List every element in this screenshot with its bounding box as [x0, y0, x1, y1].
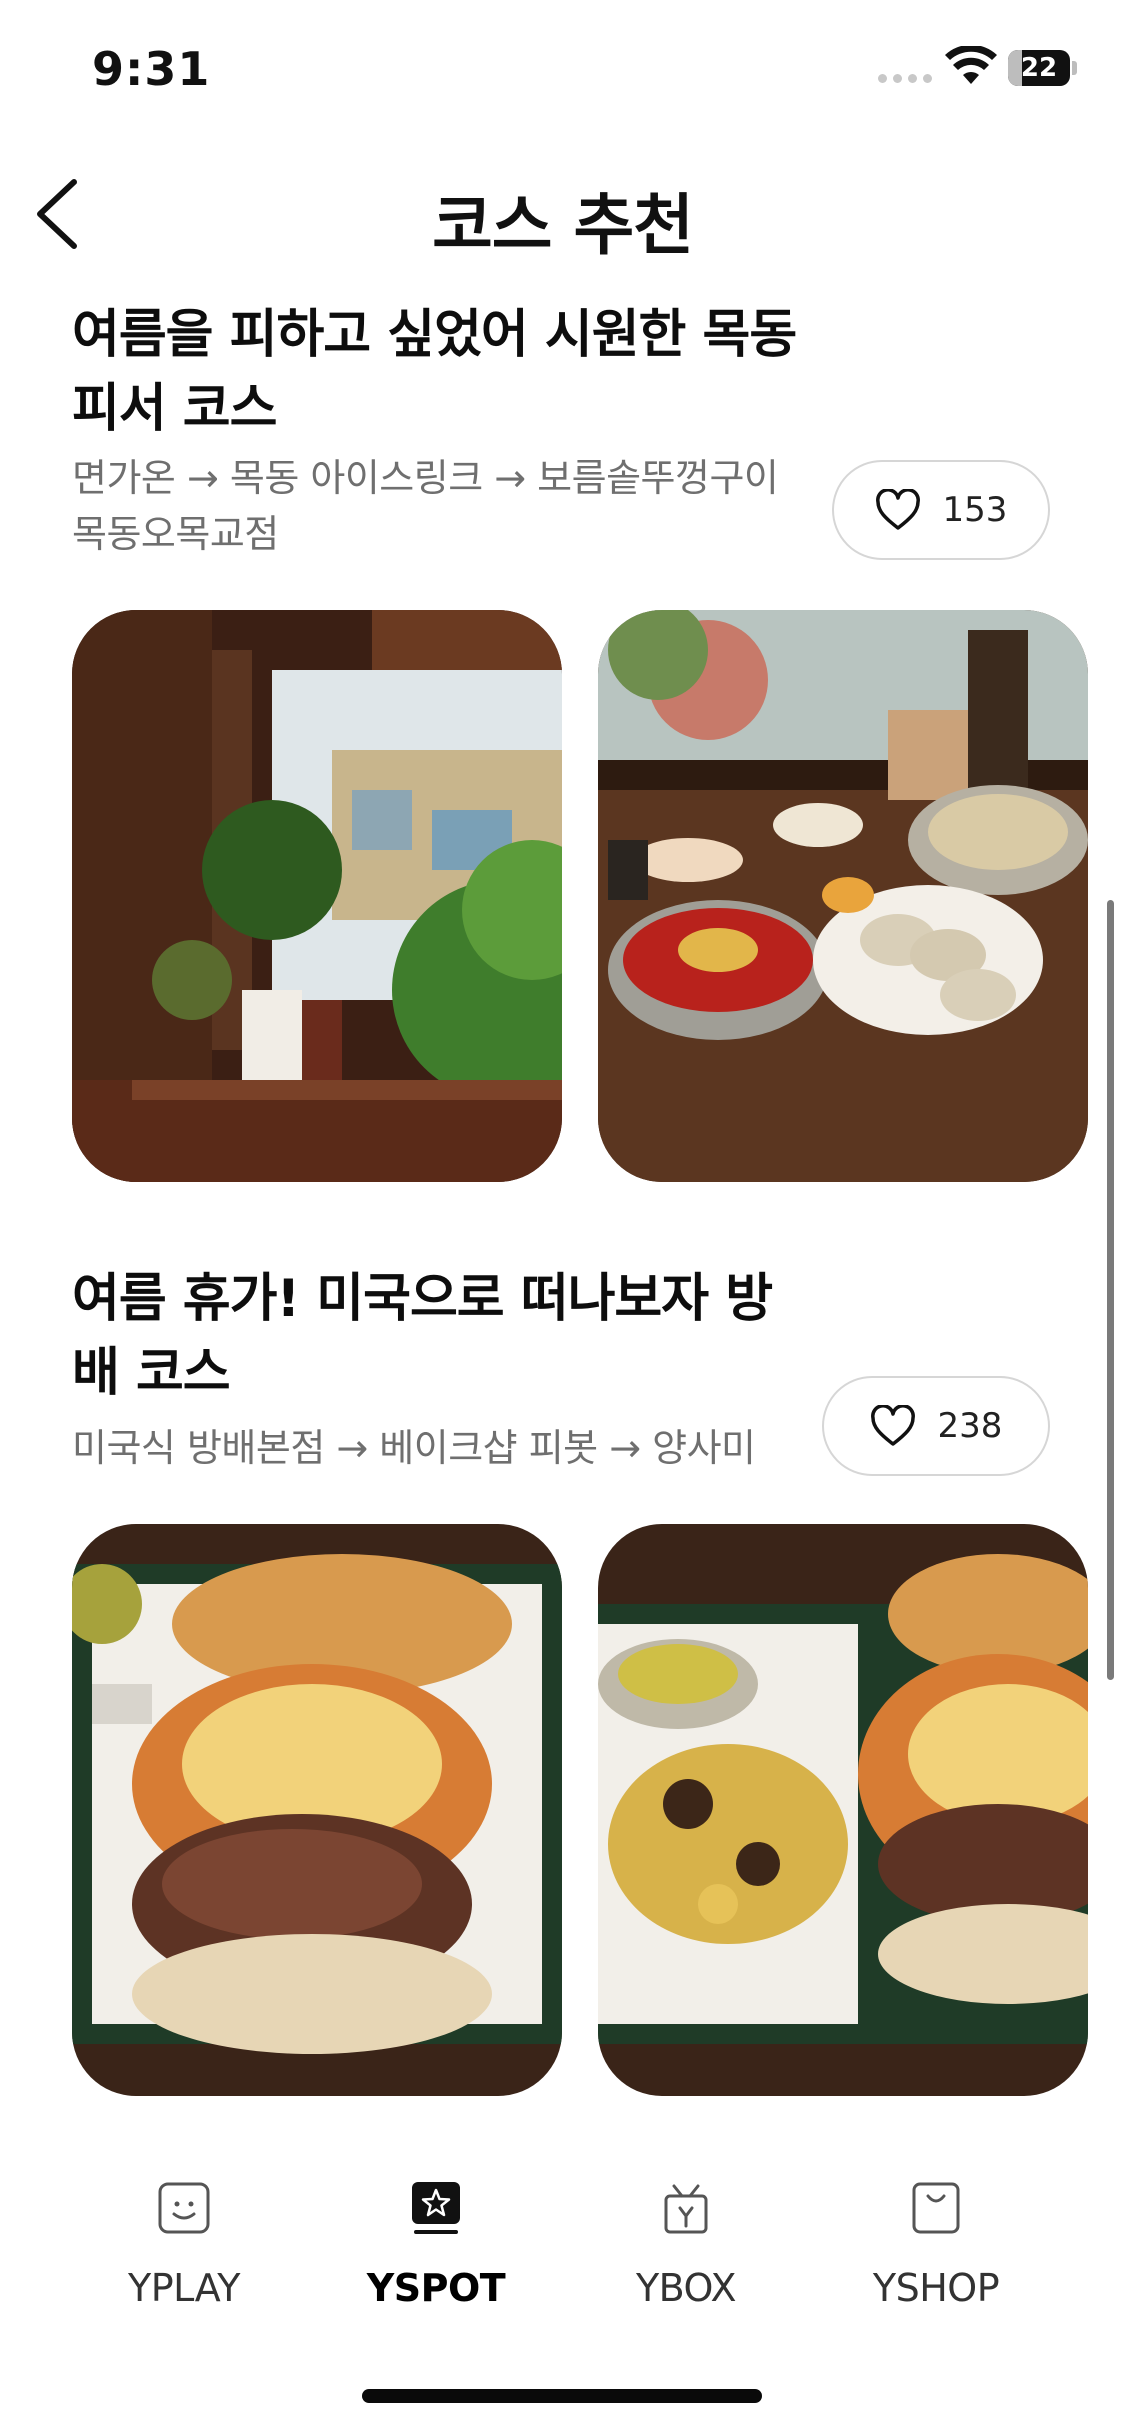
- cellular-signal-icon: [878, 74, 932, 83]
- cafe-window-plants-photo[interactable]: [72, 610, 562, 1182]
- shopping-bag-icon: [912, 2182, 960, 2234]
- wifi-icon: [945, 46, 997, 84]
- header: 코스 추천: [0, 150, 1125, 270]
- tab-label: YSHOP: [872, 2266, 1000, 2310]
- burger-potatoes-tray-photo[interactable]: [598, 1524, 1088, 2096]
- course-title: 여름을 피하고 싶었어 시원한 목동 피서 코스: [72, 305, 797, 439]
- star-badge-icon: [412, 2182, 460, 2234]
- battery-level: 22: [1020, 53, 1058, 83]
- cold-noodles-dumplings-photo[interactable]: [598, 610, 1088, 1182]
- gift-box-icon: [664, 2184, 708, 2234]
- smiley-bag-icon: [158, 2182, 210, 2234]
- scroll-indicator[interactable]: [1107, 900, 1114, 1680]
- like-button[interactable]: 153: [832, 460, 1050, 560]
- heart-icon: [870, 1405, 915, 1446]
- like-count: 153: [942, 490, 1008, 530]
- tab-label: YPLAY: [128, 2266, 240, 2310]
- course-route: 면가온 → 목동 아이스링크 → 보름솥뚜껑구이 목동오목교점: [72, 456, 779, 556]
- tab-yplay[interactable]: YPLAY: [94, 2180, 274, 2310]
- tab-label: YBOX: [635, 2266, 737, 2310]
- course-route: 미국식 방배본점 → 베이크샵 피봇 → 양사미: [72, 1426, 756, 1470]
- like-count: 238: [937, 1406, 1003, 1446]
- status-bar: 9:31 22: [0, 0, 1125, 130]
- status-time: 9:31: [92, 42, 211, 96]
- course-card[interactable]: 여름 휴가! 미국으로 떠나보자 방배 코스 미국식 방배본점 → 베이크샵 피…: [0, 1262, 1125, 2112]
- course-title: 여름 휴가! 미국으로 떠나보자 방배 코스: [72, 1269, 773, 1403]
- tab-ybox[interactable]: YBOX: [596, 2180, 776, 2310]
- tab-label: YSPOT: [366, 2266, 506, 2310]
- course-card[interactable]: 여름을 피하고 싶었어 시원한 목동 피서 코스 면가온 → 목동 아이스링크 …: [0, 290, 1125, 1190]
- battery-icon: 22: [1008, 50, 1078, 86]
- tab-yspot[interactable]: YSPOT: [346, 2180, 526, 2310]
- heart-icon: [875, 489, 920, 530]
- home-indicator: [362, 2389, 762, 2403]
- like-button[interactable]: 238: [822, 1376, 1050, 1476]
- steak-burger-photo[interactable]: [72, 1524, 562, 2096]
- page-title: 코스 추천: [432, 187, 694, 264]
- tab-yshop[interactable]: YSHOP: [846, 2180, 1026, 2310]
